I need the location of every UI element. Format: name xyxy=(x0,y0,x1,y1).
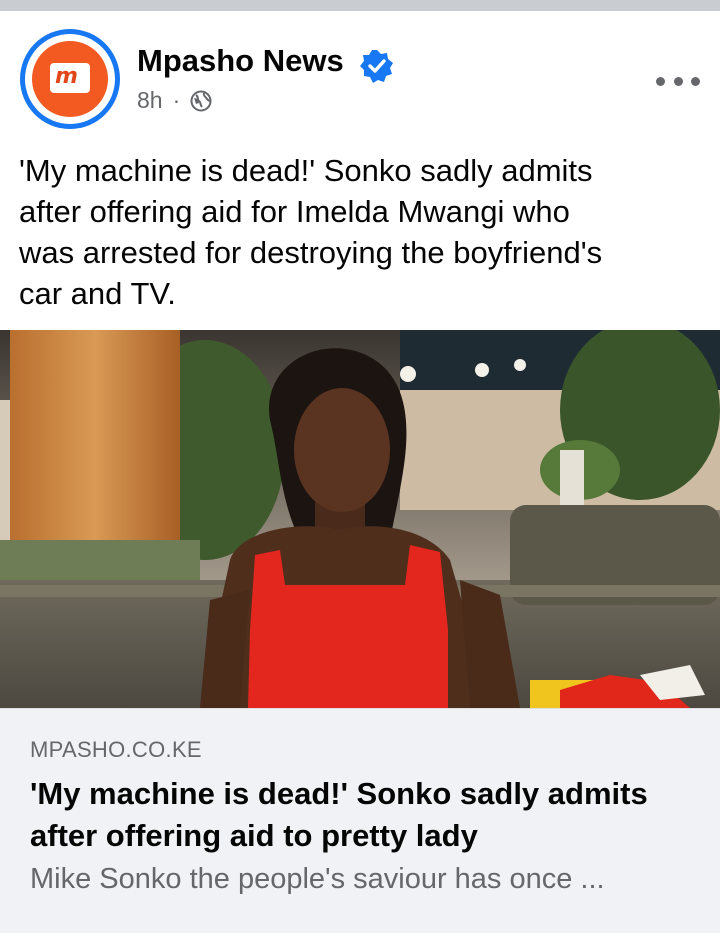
more-dot xyxy=(656,76,665,86)
more-options-icon[interactable] xyxy=(656,71,700,91)
meta-separator: · xyxy=(172,87,181,113)
post-text-line: was arrested for destroying the boyfrien… xyxy=(19,235,603,270)
link-title-line: 'My machine is dead!' Sonko sadly admits xyxy=(30,776,648,811)
link-domain: MPASHO.CO.KE xyxy=(30,737,202,762)
post-text-line: 'My machine is dead!' Sonko sadly admits xyxy=(19,153,593,188)
page-avatar[interactable]: m xyxy=(20,29,120,129)
post-text-line: car and TV. xyxy=(19,276,176,311)
link-title[interactable]: 'My machine is dead!' Sonko sadly admits… xyxy=(30,773,700,857)
post-text-line: after offering aid for Imelda Mwangi who xyxy=(19,194,570,229)
more-dot xyxy=(673,76,683,86)
logo-badge: m xyxy=(50,63,90,93)
link-title-line: after offering aid to pretty lady xyxy=(30,818,478,853)
post-timestamp[interactable]: 8h xyxy=(137,87,163,114)
photo-illustration xyxy=(0,330,720,708)
post-meta: 8h · xyxy=(137,87,212,114)
link-preview-card[interactable]: MPASHO.CO.KE 'My machine is dead!' Sonko… xyxy=(0,708,720,933)
post-message: 'My machine is dead!' Sonko sadly admits… xyxy=(19,150,699,314)
verified-badge-icon xyxy=(360,50,393,83)
article-photo[interactable] xyxy=(0,330,720,708)
page-name[interactable]: Mpasho News xyxy=(137,43,344,79)
logo-text: m xyxy=(55,64,78,89)
link-description: Mike Sonko the people's saviour has once… xyxy=(30,863,605,895)
post-header: m Mpasho News 8h · xyxy=(0,11,720,141)
more-dot xyxy=(691,76,700,86)
globe-icon[interactable] xyxy=(190,90,212,112)
mpasho-logo-icon: m xyxy=(32,41,108,117)
top-divider xyxy=(0,0,720,11)
